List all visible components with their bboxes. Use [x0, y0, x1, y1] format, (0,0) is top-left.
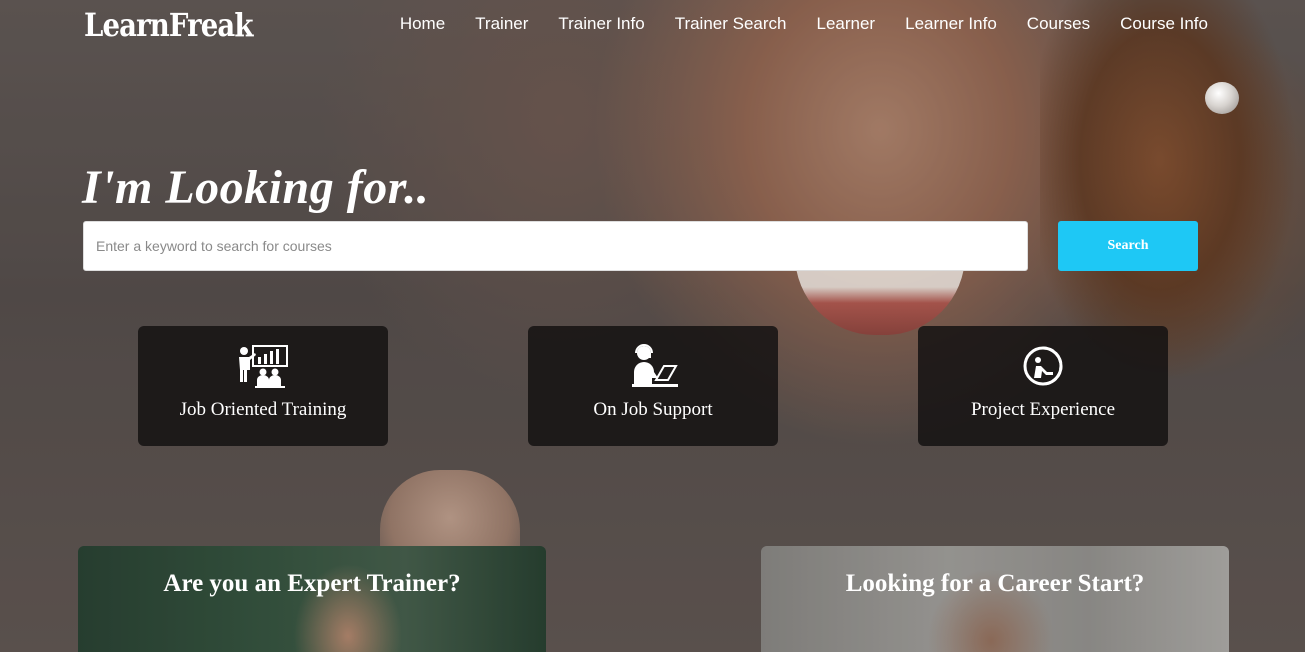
- nav-course-info[interactable]: Course Info: [1120, 14, 1208, 34]
- promo-title: Are you an Expert Trainer?: [163, 570, 461, 597]
- feature-job-oriented-training[interactable]: Job Oriented Training: [138, 326, 388, 446]
- feature-label: Project Experience: [970, 399, 1115, 420]
- promo-expert-trainer[interactable]: Are you an Expert Trainer?: [78, 546, 546, 652]
- hero-image-earring: [1205, 82, 1239, 114]
- laptop-support-icon: [632, 344, 678, 387]
- search-button[interactable]: Search: [1058, 221, 1198, 271]
- feature-on-job-support[interactable]: On Job Support: [528, 326, 778, 446]
- nav-trainer-info[interactable]: Trainer Info: [558, 14, 644, 34]
- nav-learner-info[interactable]: Learner Info: [905, 14, 997, 34]
- search-input[interactable]: [83, 221, 1028, 271]
- presentation-icon: [239, 345, 288, 388]
- navbar: LearnFreak Home Trainer Trainer Info Tra…: [0, 0, 1305, 50]
- hero-headline: I'm Looking for..: [82, 161, 430, 214]
- nav-links: Home Trainer Trainer Info Trainer Search…: [400, 14, 1208, 34]
- promo-title: Looking for a Career Start?: [845, 570, 1145, 597]
- feature-label: On Job Support: [593, 399, 713, 420]
- nav-learner[interactable]: Learner: [817, 14, 876, 34]
- nav-home[interactable]: Home: [400, 14, 445, 34]
- nav-trainer-search[interactable]: Trainer Search: [675, 14, 787, 34]
- nav-trainer[interactable]: Trainer: [475, 14, 528, 34]
- project-clock-icon: [1023, 346, 1063, 386]
- brand-logo[interactable]: LearnFreak: [84, 6, 253, 44]
- promo-career-start[interactable]: Looking for a Career Start?: [761, 546, 1229, 652]
- feature-label: Job Oriented Training: [179, 399, 347, 420]
- feature-project-experience[interactable]: Project Experience: [918, 326, 1168, 446]
- nav-courses[interactable]: Courses: [1027, 14, 1090, 34]
